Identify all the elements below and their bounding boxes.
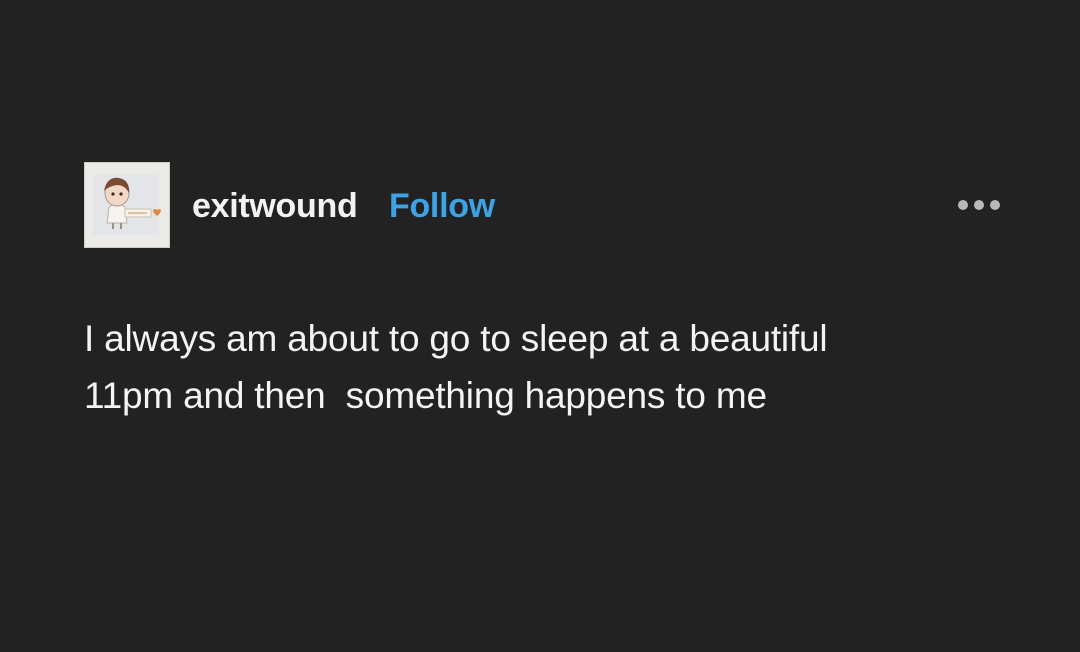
post-header: exitwound Follow [84,162,1020,248]
dot-icon [990,200,1000,210]
post-text: I always am about to go to sleep at a be… [84,318,828,416]
avatar-illustration-icon [85,163,169,247]
avatar[interactable] [84,162,170,248]
dot-icon [974,200,984,210]
blog-name[interactable]: exitwound [192,186,358,226]
follow-button[interactable]: Follow [389,186,495,226]
more-options-icon[interactable] [950,192,1008,218]
post-card: exitwound Follow I always am about to go… [0,0,1080,652]
dot-icon [958,200,968,210]
